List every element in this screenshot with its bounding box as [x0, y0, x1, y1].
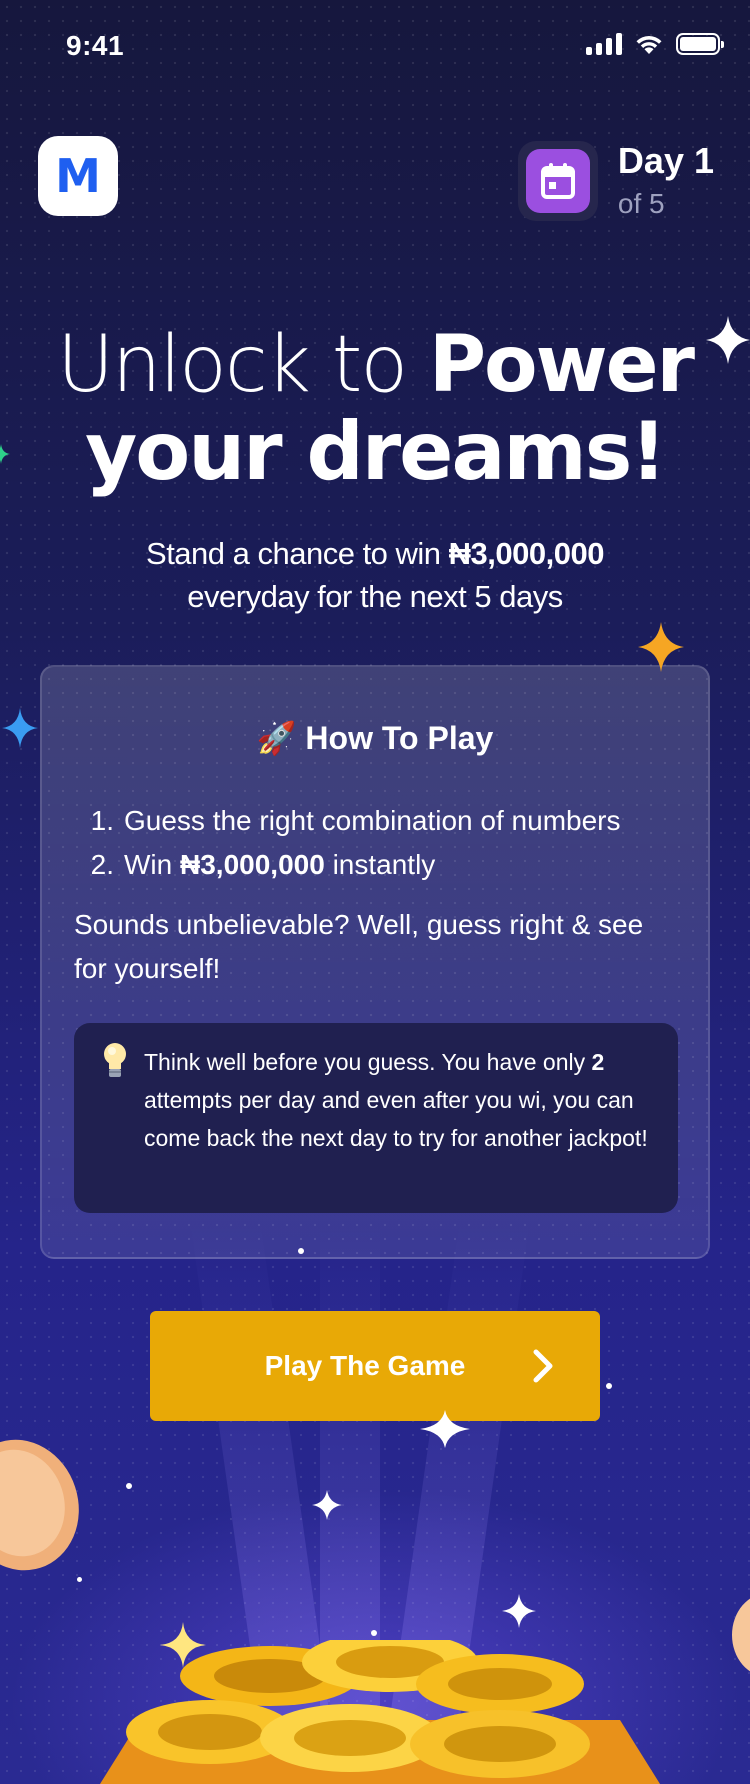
app-logo[interactable]: M: [38, 136, 118, 216]
chevron-right-icon: [533, 1349, 553, 1383]
status-time: 9:41: [66, 30, 125, 61]
light-beam: [380, 1224, 530, 1784]
coin-icon: [732, 1598, 750, 1672]
sparkle-dot: [371, 1630, 377, 1636]
sparkle-icon: [502, 1594, 536, 1628]
steps-list: 1. Guess the right combination of number…: [80, 799, 621, 887]
hero-headline: Unlock to Power your dreams!: [0, 322, 750, 496]
day-subtitle: of 5: [617, 188, 665, 219]
card-note: Sounds unbelievable? Well, guess right &…: [74, 909, 644, 984]
list-item: 1. Guess the right combination of number…: [90, 805, 621, 836]
headline-part-bold: Power: [428, 320, 695, 410]
light-beam: [320, 1224, 380, 1784]
hero-subtitle: Stand a chance to win ₦3,000,000 everyda…: [0, 532, 750, 618]
coin-pile: [100, 1640, 660, 1784]
status-bar: 9:41: [0, 0, 750, 96]
tip-text: Think well before you guess. You have on…: [144, 1049, 648, 1151]
sparkle-icon: [312, 1490, 342, 1520]
sparkle-icon: [2, 708, 38, 748]
how-to-play-card: 🚀 How To Play 1. Guess the right combina…: [40, 665, 710, 1259]
day-counter: Day 1 of 5: [517, 140, 714, 222]
calendar-tile: [517, 141, 598, 221]
sparkle-icon: [160, 1622, 206, 1668]
headline-part-light: Unlock to: [56, 320, 429, 410]
sparkle-dot: [126, 1483, 132, 1489]
coin-icon: [0, 1439, 79, 1571]
wifi-icon: [636, 35, 662, 54]
play-game-button[interactable]: Play The Game: [150, 1311, 600, 1421]
logo-letter: M: [55, 149, 101, 203]
card-title: 🚀 How To Play: [256, 720, 494, 756]
light-beam: [190, 1224, 340, 1784]
sparkle-dot: [77, 1577, 82, 1582]
day-title: Day 1: [617, 140, 714, 181]
sparkle-dot: [606, 1383, 612, 1389]
lightbulb-icon: [104, 1043, 126, 1077]
tip-box: Think well before you guess. You have on…: [74, 1023, 678, 1213]
subtitle-line2: everyday for the next 5 days: [187, 579, 563, 614]
subtitle-prefix: Stand a chance to win: [146, 536, 449, 571]
battery-icon: [676, 33, 724, 55]
calendar-icon: [540, 163, 575, 199]
headline-line2: your dreams!: [85, 405, 667, 498]
list-item: 2. Win ₦3,000,000 instantly: [90, 849, 436, 880]
subtitle-amount: ₦3,000,000: [448, 536, 605, 571]
cellular-signal-icon: [586, 33, 622, 55]
play-button-label: Play The Game: [264, 1350, 466, 1381]
status-icons: [586, 33, 724, 55]
